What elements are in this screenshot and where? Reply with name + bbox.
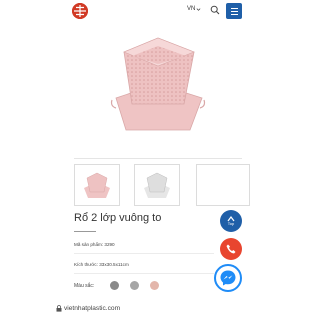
chevron-down-icon <box>196 7 201 11</box>
color-swatch-gray-light[interactable] <box>130 281 139 290</box>
sku-value: 3290 <box>104 242 115 247</box>
lock-icon <box>56 305 62 312</box>
product-title: Rổ 2 lớp vuông to <box>74 212 162 224</box>
size-label: Kích thước: <box>74 262 98 267</box>
title-underline <box>74 231 96 232</box>
back-to-top-button[interactable]: Top <box>220 210 242 232</box>
language-label: VN <box>187 6 196 12</box>
back-to-top-label: Top <box>227 221 235 226</box>
size-row: Kích thước: 33x30.5x11cm <box>74 262 129 267</box>
thumbnail-strip <box>74 164 250 206</box>
divider <box>74 158 242 159</box>
divider <box>74 253 214 254</box>
header: VN <box>66 0 250 22</box>
mobile-page: VN Rổ 2 lớp vuông to Mã sản phẩm: 3290 K… <box>66 0 250 320</box>
product-image[interactable] <box>110 30 206 140</box>
logo-icon[interactable] <box>72 3 88 19</box>
language-selector[interactable]: VN <box>187 6 201 12</box>
browser-address-bar[interactable]: vietnhatplastic.com <box>56 305 120 312</box>
messenger-button[interactable] <box>214 264 242 292</box>
menu-icon[interactable] <box>226 3 242 19</box>
call-button[interactable] <box>220 238 242 260</box>
messenger-icon <box>220 270 236 286</box>
size-value: 33x30.5x11cm <box>99 262 129 267</box>
color-swatch-pink[interactable] <box>150 281 159 290</box>
thumbnail-2[interactable] <box>134 164 180 206</box>
thumbnail-3[interactable] <box>196 164 250 206</box>
sku-row: Mã sản phẩm: 3290 <box>74 242 115 247</box>
phone-icon <box>226 244 236 254</box>
sku-label: Mã sản phẩm: <box>74 242 104 247</box>
url-text: vietnhatplastic.com <box>64 305 121 312</box>
colors-label: Màu sắc: <box>74 283 95 289</box>
color-swatch-gray-dark[interactable] <box>110 281 119 290</box>
search-icon[interactable] <box>210 5 220 15</box>
thumbnail-1[interactable] <box>74 164 120 206</box>
divider <box>74 273 214 274</box>
